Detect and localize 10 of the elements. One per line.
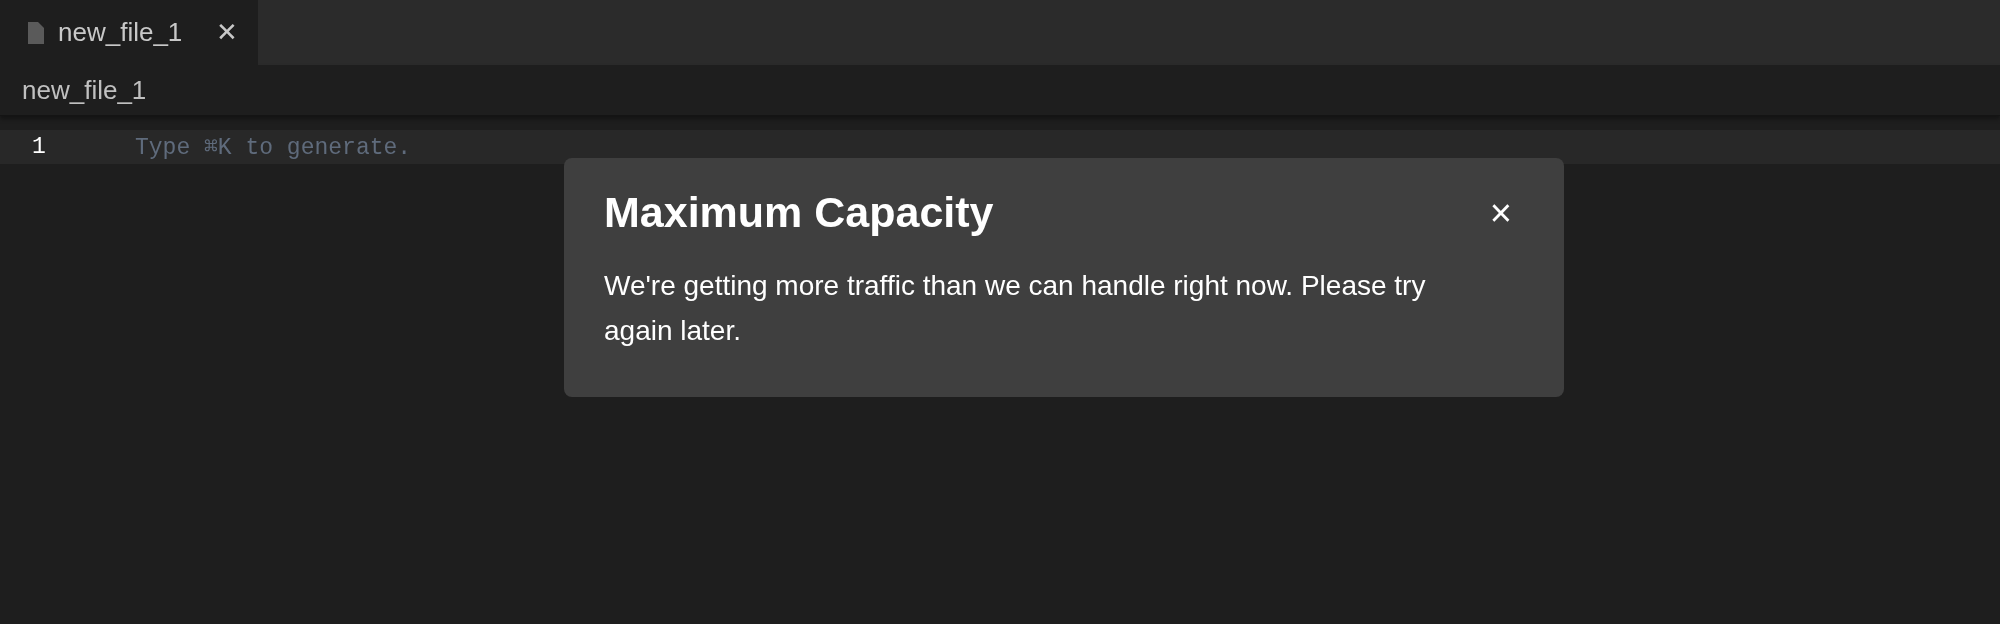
breadcrumb: new_file_1: [22, 74, 147, 106]
line-number: 1: [31, 134, 47, 160]
close-tab-button[interactable]: ✕: [216, 17, 239, 48]
file-tab[interactable]: new_file_1 ✕: [0, 0, 258, 65]
tab-label: new_file_1: [58, 17, 183, 48]
close-button[interactable]: ×: [1489, 193, 1524, 232]
file-icon: [28, 21, 44, 44]
dialog-message: We're getting more traffic than we can handle right now. Please try again later.: [604, 269, 1427, 348]
dialog-title: Maximum Capacity: [604, 188, 994, 237]
placeholder-hint: Type ⌘K to generate.: [135, 134, 412, 161]
